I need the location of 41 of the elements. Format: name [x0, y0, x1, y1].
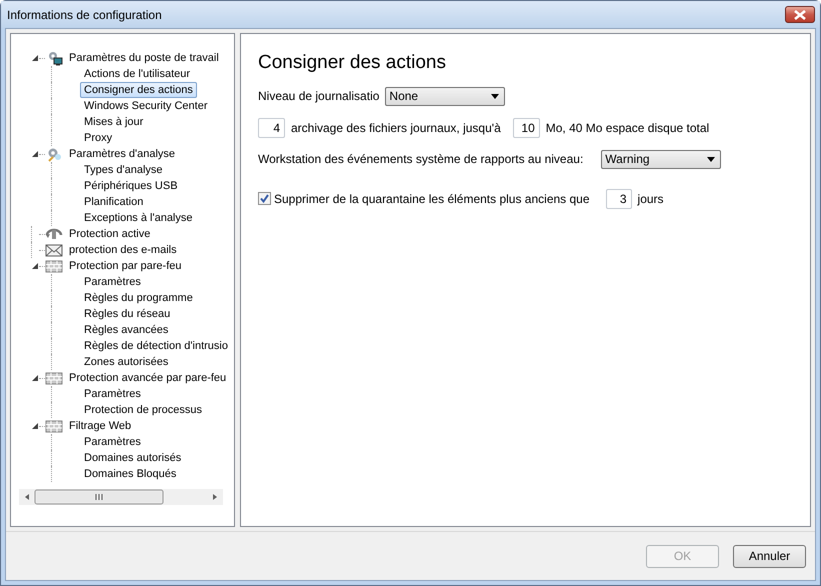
tree-item[interactable]: Règles du programme — [80, 290, 197, 306]
tree-item[interactable]: Paramètres — [80, 434, 145, 450]
log-level-dropdown[interactable]: None — [385, 86, 506, 106]
tree-item[interactable]: Consigner des actions — [80, 82, 197, 98]
tree-item[interactable]: Protection avancée par pare-feu — [67, 370, 228, 386]
tree-item[interactable]: Paramètres — [80, 386, 145, 402]
tree-item[interactable]: Périphériques USB — [80, 178, 182, 194]
tree-item[interactable]: Paramètres d'analyse — [67, 146, 178, 162]
tree-item[interactable]: protection des e-mails — [67, 242, 179, 258]
tree-item[interactable]: Zones autorisées — [80, 354, 172, 370]
tree-item[interactable]: Filtrage Web — [67, 418, 134, 434]
field-label: archivage des fichiers journaux, jusqu'à — [291, 120, 501, 137]
tree-item[interactable]: Règles du réseau — [80, 306, 174, 322]
dialog-button[interactable]: Annuler — [733, 544, 806, 568]
tree-item[interactable]: Planification — [80, 194, 148, 210]
tree-item[interactable]: Types d'analyse — [80, 162, 167, 178]
event-level-dropdown[interactable]: Warning — [601, 150, 722, 169]
size-field[interactable]: 10 — [512, 118, 540, 138]
field-label: Mo, 40 Mo espace disque total — [546, 120, 710, 137]
tree-item[interactable]: Mises à jour — [80, 114, 148, 130]
window-title: Informations de configuration — [7, 6, 162, 24]
tree-item[interactable]: Domaines autorisés — [80, 450, 186, 466]
tree-item[interactable]: Proxy — [80, 130, 116, 146]
days-field[interactable]: 3 — [606, 188, 632, 209]
archive-count-field[interactable]: 4 — [258, 118, 285, 138]
checkbox-label: Supprimer de la quarantaine les éléments plus anciens que — [274, 190, 590, 208]
field-label: jours — [638, 190, 664, 208]
tree-item[interactable]: Règles de détection d'intrusio — [80, 338, 232, 354]
tree-item[interactable]: Règles avancées — [80, 322, 172, 338]
panel-title: Consigner des actions — [258, 52, 447, 75]
tree-item[interactable]: Protection active — [67, 226, 152, 242]
tree-item[interactable]: Paramètres — [80, 274, 145, 290]
tree-item[interactable]: Protection par pare-feu — [67, 258, 184, 274]
tree-item[interactable]: Protection de processus — [80, 402, 206, 418]
field-label: Workstation des événements système de rapports au niveau: — [258, 151, 584, 168]
tree-item[interactable]: Actions de l'utilisateur — [80, 66, 194, 82]
tree-item[interactable]: Windows Security Center — [80, 98, 212, 114]
field-label: Niveau de journalisatio — [258, 88, 380, 106]
tree-item[interactable]: Paramètres du poste de travail — [67, 50, 221, 66]
tree-item[interactable]: Exceptions à l'analyse — [80, 210, 196, 226]
tree-item[interactable]: Domaines Bloqués — [80, 466, 180, 482]
